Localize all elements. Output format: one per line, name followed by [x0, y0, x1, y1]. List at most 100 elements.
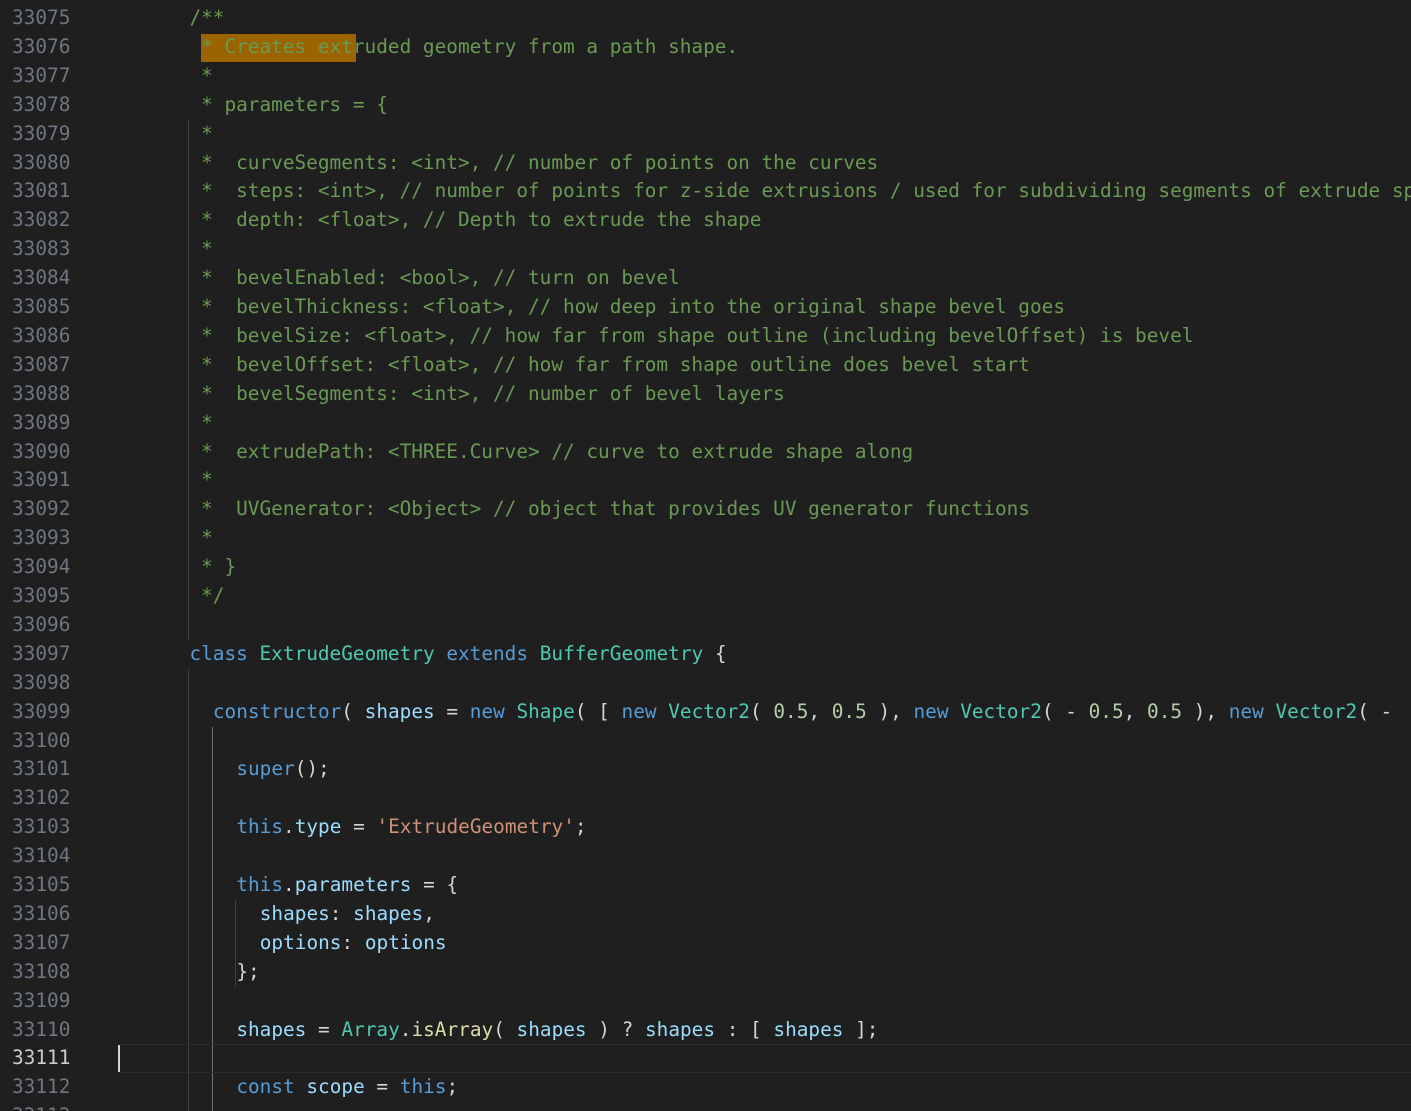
- line-number: 33099: [12, 699, 71, 723]
- code-line[interactable]: * }: [120, 553, 1411, 582]
- line-number: 33091: [12, 468, 71, 492]
- code-line[interactable]: * bevelSegments: <int>, // number of bev…: [120, 380, 1411, 409]
- code-token: * extrudePath: <THREE.Curve> // curve to…: [189, 439, 914, 463]
- code-line[interactable]: options: options: [120, 929, 1411, 958]
- line-number: 33079: [12, 121, 71, 145]
- code-token: * depth: <float>, // Depth to extrude th…: [189, 208, 762, 232]
- code-line[interactable]: *: [120, 524, 1411, 553]
- code-line[interactable]: * extrudePath: <THREE.Curve> // curve to…: [120, 438, 1411, 467]
- line-number: 33111: [12, 1046, 71, 1070]
- line-number: 33083: [12, 237, 71, 261]
- code-token: *: [189, 468, 213, 492]
- line-number: 33109: [12, 988, 71, 1012]
- code-line[interactable]: * curveSegments: <int>, // number of poi…: [120, 149, 1411, 178]
- code-token: class: [189, 641, 248, 665]
- code-line[interactable]: const scope = this;: [120, 1073, 1411, 1102]
- code-line[interactable]: [120, 987, 1411, 1016]
- code-token: options: [259, 930, 342, 954]
- code-line[interactable]: * Creates extruded geometry from a path …: [120, 33, 1411, 62]
- code-token: 'ExtrudeGeometry': [376, 815, 575, 839]
- code-line[interactable]: *: [120, 409, 1411, 438]
- code-line[interactable]: * UVGenerator: <Object> // object that p…: [120, 495, 1411, 524]
- line-number: 33088: [12, 381, 71, 405]
- code-token: = {: [411, 873, 459, 896]
- code-line[interactable]: constructor( shapes = new Shape( [ new V…: [120, 698, 1411, 727]
- code-token: {: [703, 641, 727, 665]
- code-token: .: [399, 1017, 412, 1041]
- code-token: ) ?: [586, 1017, 645, 1041]
- code-line[interactable]: *: [120, 120, 1411, 149]
- code-line[interactable]: *: [120, 62, 1411, 91]
- code-token: 0.5: [1088, 699, 1124, 723]
- code-token: parameters: [294, 873, 412, 896]
- code-token: * curveSegments: <int>, // number of poi…: [189, 150, 879, 174]
- code-token: * }: [189, 555, 237, 579]
- code-line[interactable]: * depth: <float>, // Depth to extrude th…: [120, 206, 1411, 235]
- line-number: 33090: [12, 439, 71, 463]
- code-line[interactable]: [120, 669, 1411, 698]
- code-area[interactable]: /** * Creates extruded geometry from a p…: [120, 4, 1411, 1111]
- code-line[interactable]: shapes: shapes,: [120, 900, 1411, 929]
- code-line[interactable]: * parameters = {: [120, 91, 1411, 120]
- code-line[interactable]: *: [120, 235, 1411, 264]
- code-token: *: [189, 63, 213, 87]
- code-token: this: [399, 1075, 447, 1099]
- code-token: this: [236, 873, 284, 896]
- code-token: ;: [446, 1075, 459, 1099]
- code-token: * Creates extruded geometry from a path …: [189, 34, 739, 58]
- code-line[interactable]: class ExtrudeGeometry extends BufferGeom…: [120, 640, 1411, 669]
- code-line[interactable]: * bevelEnabled: <bool>, // turn on bevel: [120, 264, 1411, 293]
- line-number: 33103: [12, 815, 71, 839]
- code-token: shapes: [644, 1017, 716, 1041]
- code-line[interactable]: [120, 727, 1411, 756]
- line-number: 33089: [12, 410, 71, 434]
- code-line[interactable]: shapes = Array.isArray( shapes ) ? shape…: [120, 1016, 1411, 1045]
- code-token: :: [341, 930, 365, 954]
- code-line[interactable]: [120, 784, 1411, 813]
- code-token: ( [: [574, 699, 622, 723]
- code-line[interactable]: * bevelSize: <float>, // how far from sh…: [120, 322, 1411, 351]
- code-line[interactable]: * bevelThickness: <float>, // how deep i…: [120, 293, 1411, 322]
- code-line[interactable]: */: [120, 582, 1411, 611]
- code-token: (: [493, 1017, 517, 1041]
- code-token: * UVGenerator: <Object> // object that p…: [189, 497, 1030, 521]
- code-line[interactable]: this.type = 'ExtrudeGeometry';: [120, 813, 1411, 842]
- code-line[interactable]: super();: [120, 755, 1411, 784]
- code-line[interactable]: };: [120, 958, 1411, 987]
- code-line[interactable]: /**: [120, 4, 1411, 33]
- code-line[interactable]: this.parameters = {: [120, 871, 1411, 900]
- code-token: 0.5: [1147, 699, 1183, 723]
- code-token: *: [189, 237, 213, 261]
- code-token: ];: [843, 1017, 879, 1041]
- line-number: 33076: [12, 34, 71, 58]
- code-editor[interactable]: 33075 33076 33077 33078 33079 33080 33081 33082…: [0, 0, 1411, 1111]
- line-number: 33085: [12, 295, 71, 318]
- code-token: */: [189, 584, 225, 607]
- code-line[interactable]: * steps: <int>, // number of points for …: [120, 177, 1411, 206]
- code-line[interactable]: *: [120, 466, 1411, 495]
- code-token: ,: [423, 901, 435, 925]
- line-number: 33102: [12, 786, 71, 810]
- code-token: ;: [574, 815, 587, 839]
- code-line[interactable]: [120, 1044, 1411, 1074]
- code-token: =: [434, 699, 470, 723]
- code-token: :: [329, 901, 354, 925]
- code-line[interactable]: * bevelOffset: <float>, // how far from …: [120, 351, 1411, 380]
- code-line[interactable]: [120, 1102, 1411, 1111]
- code-line[interactable]: [120, 842, 1411, 871]
- code-token: ,: [808, 699, 832, 723]
- code-token: const: [236, 1075, 295, 1099]
- code-token: shapes: [236, 1017, 307, 1041]
- line-number: 33104: [12, 844, 71, 868]
- line-number: 33075: [12, 6, 71, 29]
- code-token: =: [306, 1017, 342, 1041]
- code-line[interactable]: [120, 611, 1411, 640]
- line-number: 33086: [12, 323, 71, 347]
